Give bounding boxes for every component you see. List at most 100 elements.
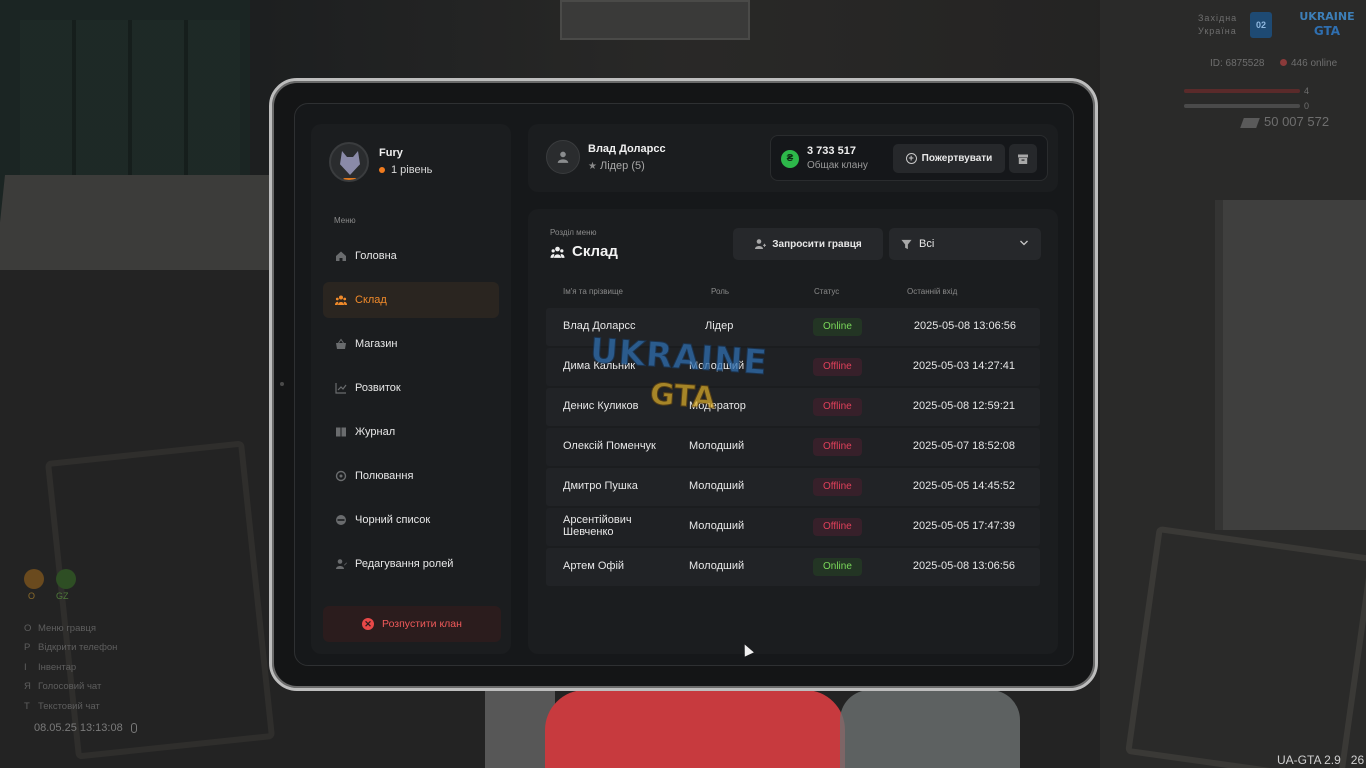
armor-value: 0 — [1304, 101, 1310, 111]
column-header-name: Ім'я та прізвище — [563, 287, 623, 296]
member-name: Денис Куликов — [563, 400, 639, 412]
hud-hints: O GZ O Меню гравця P Відкрити телефон I Інв… — [22, 565, 262, 745]
member-name: Артем Офій — [563, 560, 625, 572]
clan-tablet: Fury 1 рівень Меню Головна Склад Магазин — [269, 78, 1098, 691]
armor-bar — [1184, 104, 1300, 108]
member-role: Модератор — [689, 400, 746, 412]
column-header-status: Статус — [814, 287, 840, 296]
hunger-indicator-icon — [24, 569, 44, 589]
status-badge: Offline — [813, 398, 862, 416]
status-badge: Offline — [813, 518, 862, 536]
game-version: UA-GTA 2.9 26 — [1277, 753, 1365, 767]
hryvnia-coin-icon: ₴ — [781, 150, 799, 168]
clan-avatar — [329, 142, 369, 182]
cash-icon — [1240, 117, 1260, 128]
sidebar-item-roles[interactable]: Редагування ролей — [323, 546, 499, 582]
archive-box-icon — [1018, 154, 1028, 164]
member-role: Лідер — [705, 320, 734, 332]
member-role: Молодший — [689, 360, 745, 372]
members-table: Влад Доларсс Лідер Online 2025-05-08 13:… — [546, 308, 1040, 588]
sidebar-item-label: Редагування ролей — [355, 558, 454, 570]
level-ring — [343, 178, 357, 180]
member-last-login: 2025-05-07 18:52:08 — [912, 440, 1015, 452]
shop-basket-icon — [335, 338, 347, 350]
key-hint: P Відкрити телефон — [24, 642, 118, 654]
menu-title: Меню — [334, 216, 356, 225]
member-name: Арсентійович Шевченко — [563, 514, 632, 538]
game-logo: UKRAINE GTA — [1296, 10, 1358, 44]
filter-funnel-icon — [901, 239, 912, 250]
sidebar-item-label: Головна — [355, 250, 397, 262]
member-role: Молодший — [689, 440, 745, 452]
health-value: 4 — [1304, 86, 1310, 96]
member-last-login: 2025-05-05 17:47:39 — [912, 520, 1015, 532]
table-row[interactable]: Дима Кальник Молодший Offline 2025-05-03… — [546, 348, 1040, 386]
member-last-login: 2025-05-08 13:06:56 — [912, 560, 1015, 572]
clan-treasury: ₴ 3 733 517 Общак клану + Пожертвувати — [770, 135, 1048, 181]
player-id: ID: 6875528 — [1210, 58, 1265, 69]
sidebar-item-members[interactable]: Склад — [323, 282, 499, 318]
member-last-login: 2025-05-08 12:59:21 — [912, 400, 1015, 412]
star-icon: ★ — [588, 161, 597, 172]
key-hint: Я Голосовий чат — [24, 681, 102, 693]
health-bar — [1184, 89, 1300, 93]
table-row[interactable]: Денис Куликов Модератор Offline 2025-05-… — [546, 388, 1040, 426]
sidebar-item-home[interactable]: Головна — [323, 238, 499, 274]
hud-datetime: 08.05.25 13:13:08 — [34, 722, 137, 734]
members-icon — [335, 294, 347, 306]
treasury-value: 3 733 517 — [807, 145, 856, 157]
clan-level: 1 рівень — [379, 164, 432, 176]
status-badge: Offline — [813, 478, 862, 496]
hud-money: 50 007 572 — [1240, 114, 1330, 129]
member-last-login: 2025-05-03 14:27:41 — [912, 360, 1015, 372]
chart-icon — [335, 382, 347, 394]
table-row[interactable]: Влад Доларсс Лідер Online 2025-05-08 13:… — [546, 308, 1040, 346]
leader-avatar — [546, 140, 580, 174]
table-row[interactable]: Арсентійович Шевченко Молодший Offline 2… — [546, 508, 1040, 546]
sidebar-item-label: Розвиток — [355, 382, 401, 394]
page-title: Склад — [550, 243, 618, 260]
status-badge: Online — [813, 318, 862, 336]
wolf-logo-icon — [340, 151, 360, 175]
disband-clan-button[interactable]: ✕ Розпустити клан — [323, 606, 501, 642]
storage-box-button[interactable] — [1009, 144, 1037, 173]
table-row[interactable]: Дмитро Пушка Молодший Offline 2025-05-05… — [546, 468, 1040, 506]
member-name: Дмитро Пушка — [563, 480, 638, 492]
donate-button[interactable]: + Пожертвувати — [893, 144, 1005, 173]
sidebar-item-shop[interactable]: Магазин — [323, 326, 499, 362]
sidebar-item-label: Магазин — [355, 338, 398, 350]
key-hint: T Текстовий чат — [24, 700, 100, 712]
sidebar-item-label: Чорний список — [355, 514, 431, 526]
logo-text: GTA — [1313, 24, 1341, 38]
player-arm — [840, 690, 1020, 768]
column-header-role: Роль — [711, 287, 730, 296]
online-text: 446 online — [1291, 58, 1338, 69]
leader-name: Влад Доларсс — [588, 143, 666, 155]
player-character — [545, 690, 845, 768]
table-row[interactable]: Олексій Поменчук Молодший Offline 2025-0… — [546, 428, 1040, 466]
greenzone-indicator-icon — [56, 569, 76, 589]
scene-table — [0, 175, 295, 270]
sidebar-item-progress[interactable]: Розвиток — [323, 370, 499, 406]
user-edit-icon — [335, 558, 347, 570]
status-filter-dropdown[interactable]: Всі — [889, 228, 1041, 260]
level-dot-icon — [379, 167, 385, 174]
member-role: Молодший — [689, 520, 745, 532]
clan-name: Fury — [379, 147, 403, 159]
invite-player-button[interactable]: Запросити гравця — [733, 228, 883, 260]
key-hint: O Меню гравця — [24, 623, 96, 634]
armor-bar-fill — [1184, 104, 1300, 108]
disband-label: Розпустити клан — [382, 618, 462, 630]
key-hint: I Інвентар — [24, 661, 77, 673]
member-role: Молодший — [689, 480, 745, 492]
user-icon — [557, 151, 569, 163]
table-row[interactable]: Артем Офій Молодший Online 2025-05-08 13… — [546, 548, 1040, 586]
money-text: 50 007 572 — [1264, 114, 1330, 129]
scene-board — [560, 0, 750, 40]
invite-label: Запросити гравця — [772, 238, 862, 250]
members-panel: Розділ меню Склад Запросити гравця Всі І… — [528, 209, 1058, 654]
sidebar-item-journal[interactable]: Журнал — [323, 414, 499, 450]
sidebar-item-blacklist[interactable]: Чорний список — [323, 502, 499, 538]
server-name: Західна Україна — [1198, 13, 1238, 36]
sidebar-item-hunt[interactable]: Полювання — [323, 458, 499, 494]
